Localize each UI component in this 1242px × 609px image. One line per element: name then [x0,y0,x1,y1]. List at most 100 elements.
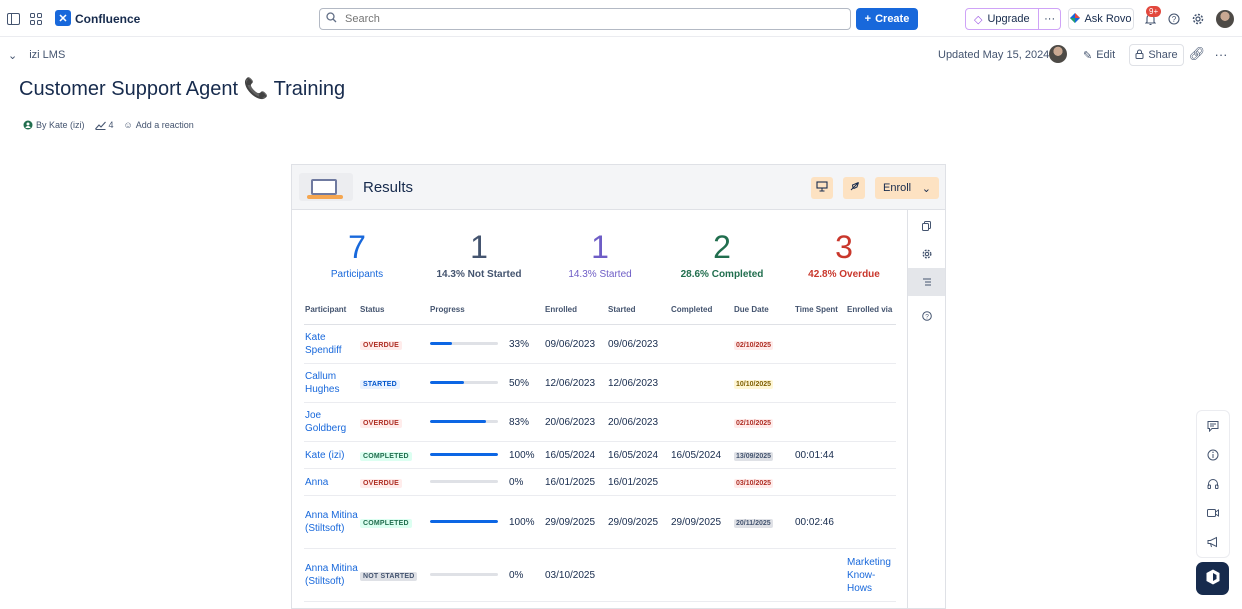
megaphone-icon[interactable] [1197,527,1229,556]
time-spent: 00:01:44 [794,441,846,469]
presentation-button[interactable] [811,177,833,199]
due-date-badge: 13/09/2025 [734,451,774,461]
stat-label: 14.3% Started [568,269,632,280]
help-icon[interactable]: ? [1166,11,1182,27]
column-header-status[interactable]: Status [359,303,429,325]
app-name[interactable]: Confluence [75,12,140,26]
cube-logo-icon [1206,569,1220,588]
table-row: Anna OVERDUE 0% 16/01/2025 16/01/2025 03/10/2… [304,468,896,496]
status-badge: OVERDUE [360,340,403,350]
breadcrumb-space-link[interactable]: izi LMS [29,49,65,62]
column-header-started[interactable]: Started [607,303,670,325]
copy-icon[interactable] [908,212,945,240]
status-badge: OVERDUE [360,418,403,428]
progress-percent: 83% [509,416,530,428]
participant-name-link[interactable]: Joe Goldberg [305,409,359,435]
participant-name-link[interactable]: Anna Mitina (Stiltsoft) [305,509,359,535]
column-header-progress[interactable]: Progress [429,303,544,325]
participant-name-link[interactable]: Anna [305,476,359,489]
headset-icon[interactable] [1197,469,1229,498]
participant-name-link[interactable]: Kate Spendiff [305,331,359,357]
person-icon [23,120,33,130]
page-byline: By Kate (izi) 4 ☺ Add a reaction [23,120,194,130]
column-header-enrolled-via[interactable]: Enrolled via [846,303,896,325]
completed-date: 16/05/2024 [670,441,733,469]
enrolled-date: 03/10/2025 [544,548,607,602]
status-badge: COMPLETED [360,518,412,528]
table-row: Kate Spendiff OVERDUE 33% 09/06/2023 09/06/2… [304,324,896,364]
participant-name-link[interactable]: Anna Mitina (Stiltsoft) [305,562,359,588]
started-date: 20/06/2023 [607,402,670,442]
table-row: Anna Mitina (Stiltsoft) NOT STARTED 0% 03/1… [304,548,896,602]
time-spent [794,402,846,442]
time-spent [794,324,846,364]
author-info[interactable]: By Kate (izi) [23,120,85,130]
chevron-down-icon[interactable]: ⌄ [8,49,17,62]
author-name: By Kate (izi) [36,120,85,130]
svg-text:?: ? [925,314,929,321]
participant-name-link[interactable]: Kate (izi) [305,449,359,462]
share-button[interactable]: Share [1129,44,1184,66]
column-header-participant[interactable]: Participant [304,303,359,325]
progress-bar-fill [430,453,498,457]
copy-link-icon[interactable]: 🔗︎ [1189,46,1206,62]
info-icon[interactable] [1197,440,1229,469]
help-assistant-button[interactable] [1196,562,1229,595]
launch-button[interactable] [843,177,865,199]
ask-rovo-button[interactable]: Ask Rovo [1068,8,1134,30]
table-row: Callum Hughes STARTED 50% 12/06/2023 12/06/2… [304,363,896,403]
enrolled-via-link[interactable]: Marketing Know-Hows [847,556,896,595]
upgrade-button[interactable]: ◇ Upgrade [966,13,1038,26]
more-options-button[interactable]: ··· [1038,9,1060,29]
started-date [607,548,670,602]
create-button[interactable]: + Create [856,8,918,30]
settings-gear-icon[interactable] [908,240,945,268]
stat-overdue: 3 42.8% Overdue [779,229,909,280]
stat-participants: 7 Participants [292,229,422,280]
stat-number: 3 [835,229,853,265]
enroll-dropdown-button[interactable]: Enroll ⌄ [875,177,939,199]
completed-date [670,548,733,602]
user-avatar[interactable] [1216,10,1234,28]
smiley-plus-icon: ☺ [123,120,133,130]
pencil-icon: ✎ [1083,49,1093,62]
add-reaction-button[interactable]: ☺ Add a reaction [124,120,194,130]
page-views[interactable]: 4 [94,120,114,130]
time-spent [794,363,846,403]
enrolled-date: 12/06/2023 [544,363,607,403]
participants-table: Participant Status Progress Enrolled Sta… [304,303,896,602]
progress-bar [430,420,498,424]
search-box[interactable] [319,8,851,30]
progress-bar [430,453,498,457]
edit-button[interactable]: ✎ Edit [1083,46,1115,64]
confluence-logo-icon[interactable]: ✕ [55,10,71,26]
stat-completed: 2 28.6% Completed [657,229,787,280]
column-header-completed[interactable]: Completed [670,303,733,325]
settings-gear-icon[interactable] [1190,11,1206,27]
search-input[interactable] [345,13,825,25]
report-list-icon[interactable] [908,268,945,296]
more-actions-icon[interactable]: ··· [1213,46,1229,62]
breadcrumb: ⌄ izi LMS [8,49,65,62]
column-header-due-date[interactable]: Due Date [733,303,794,325]
help-icon[interactable]: ? [908,302,945,330]
column-header-time-spent[interactable]: Time Spent [794,303,846,325]
progress-percent: 100% [509,516,535,528]
due-date-badge: 02/10/2025 [734,418,774,428]
time-spent [794,468,846,496]
completed-date: 29/09/2025 [670,495,733,549]
sidebar-toggle-icon[interactable] [5,11,21,27]
notifications-badge: 9+ [1146,6,1162,17]
participant-name-link[interactable]: Callum Hughes [305,370,359,396]
progress-percent: 50% [509,377,530,389]
status-badge: COMPLETED [360,451,412,461]
video-icon[interactable] [1197,498,1229,527]
edit-label: Edit [1096,49,1116,61]
macro-side-toolbar: ? [907,210,945,608]
time-spent: 00:02:46 [794,495,846,549]
app-switcher-icon[interactable] [28,11,44,27]
author-avatar[interactable] [1049,45,1067,63]
comment-icon[interactable] [1197,411,1229,440]
stat-label: Participants [330,269,384,280]
column-header-enrolled[interactable]: Enrolled [544,303,607,325]
